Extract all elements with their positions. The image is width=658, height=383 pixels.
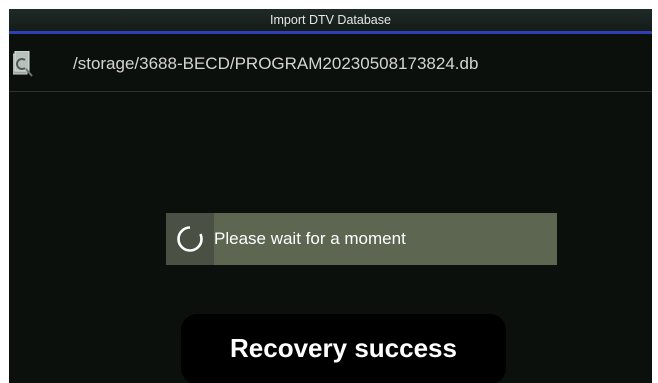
file-list-item[interactable]: /storage/3688-BECD/PROGRAM20230508173824… <box>9 39 652 91</box>
screen: Import DTV Database /storage/3688-BECD/P… <box>0 0 658 383</box>
title-accent-bar <box>9 31 652 34</box>
list-divider <box>9 91 652 92</box>
database-file-icon <box>12 50 33 79</box>
file-path-label: /storage/3688-BECD/PROGRAM20230508173824… <box>73 54 479 73</box>
recovery-toast: Recovery success <box>181 314 506 383</box>
window-title: Import DTV Database <box>9 9 652 31</box>
progress-message: Please wait for a moment <box>214 229 406 248</box>
spinner-container <box>166 213 214 265</box>
progress-dialog: Please wait for a moment <box>166 213 557 265</box>
import-dtv-database-window: Import DTV Database /storage/3688-BECD/P… <box>9 9 652 383</box>
loading-spinner-icon <box>176 225 204 253</box>
